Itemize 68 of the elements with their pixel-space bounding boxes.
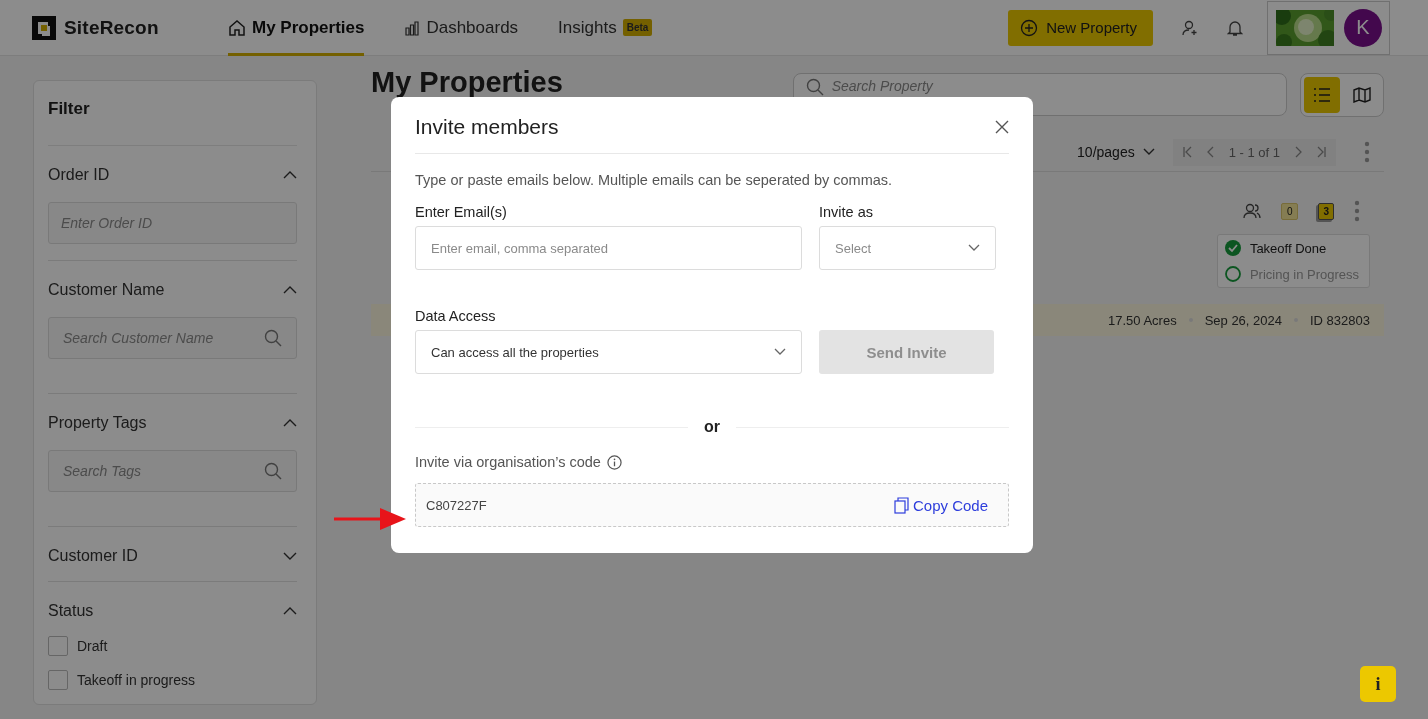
data-access-label: Data Access: [415, 308, 497, 324]
page-size-dropdown[interactable]: 10/pages: [1077, 144, 1155, 160]
search-field[interactable]: Search Tags: [48, 450, 297, 492]
checkbox-label: Draft: [77, 638, 108, 654]
user-avatar[interactable]: K: [1344, 8, 1382, 47]
profile-card[interactable]: K: [1267, 0, 1390, 55]
nav-tab[interactable]: Insights Beta: [558, 2, 653, 56]
chevron-up-icon[interactable]: [283, 419, 297, 427]
dialog-title: Invite members: [415, 115, 559, 139]
filter-section-title: Customer Name: [48, 281, 165, 299]
property-area: 17.50 Acres: [1108, 312, 1177, 328]
comment-count-badge[interactable]: 0: [1280, 202, 1299, 220]
or-divider-text: or: [704, 418, 720, 436]
filter-section-title: Property Tags: [48, 414, 147, 432]
data-access-dropdown[interactable]: Can access all the properties: [415, 330, 802, 374]
search-icon: [805, 78, 824, 96]
add-user-icon[interactable]: [1181, 18, 1199, 37]
filter-section-title: Order ID: [48, 166, 110, 184]
page-range: 1 - 1 of 1: [1228, 144, 1280, 160]
order-id-field[interactable]: Enter Order ID: [48, 202, 297, 244]
new-property-button[interactable]: New Property: [1008, 9, 1153, 46]
plus-circle-icon: [1020, 18, 1039, 37]
copy-icon: [893, 496, 910, 514]
organisation-code: C807227F: [426, 497, 487, 513]
close-icon[interactable]: [995, 120, 1009, 134]
pointer-arrow: [334, 506, 406, 532]
copy-code-link[interactable]: Copy Code: [893, 496, 988, 514]
help-button[interactable]: i: [1360, 666, 1396, 702]
chevron-down-icon: [968, 244, 980, 252]
chevron-up-icon[interactable]: [283, 607, 297, 615]
filter-section-title: Status: [48, 602, 94, 620]
checkbox[interactable]: [48, 636, 68, 656]
users-icon[interactable]: [1242, 203, 1261, 219]
search-icon: [264, 329, 282, 347]
list-icon: [1313, 88, 1331, 102]
home-icon: [228, 18, 246, 37]
beta-badge: Beta: [622, 19, 653, 36]
file-count-badge[interactable]: 3: [1318, 202, 1334, 220]
email-field[interactable]: Enter email, comma separated: [415, 226, 802, 270]
chevron-down-icon: [774, 348, 786, 356]
filter-section-title: Customer ID: [48, 547, 138, 565]
property-id: ID 832803: [1310, 312, 1370, 328]
page-title: My Properties: [371, 65, 564, 99]
role-dropdown[interactable]: Select: [819, 226, 996, 270]
checkbox-label: Takeoff in progress: [77, 672, 196, 688]
nav-tab[interactable]: My Properties: [228, 2, 365, 56]
logo-icon: [32, 15, 56, 40]
search-field[interactable]: Search Customer Name: [48, 317, 297, 359]
search-icon: [264, 462, 282, 480]
checkbox[interactable]: [48, 670, 68, 690]
bell-icon[interactable]: [1227, 18, 1243, 37]
chevron-down-icon: [1142, 148, 1155, 156]
map-icon: [1353, 87, 1371, 103]
filter-title: Filter: [48, 99, 297, 146]
invite-as-label: Invite as: [819, 204, 874, 220]
info-icon[interactable]: [606, 454, 622, 470]
property-date: Sep 26, 2024: [1204, 312, 1282, 328]
logo-text: SiteRecon: [64, 16, 159, 39]
nav-tab[interactable]: Dashboards: [404, 2, 519, 56]
chevron-down-icon[interactable]: [283, 552, 297, 560]
bar-chart-icon: [404, 19, 421, 36]
list-view-button[interactable]: [1304, 77, 1340, 113]
email-label: Enter Email(s): [415, 204, 508, 220]
status-step: Takeoff Done: [1249, 240, 1327, 256]
chevron-up-icon[interactable]: [283, 286, 297, 294]
dialog-instructions: Type or paste emails below. Multiple emails can be seperated by commas.: [415, 172, 894, 188]
chevron-up-icon[interactable]: [283, 171, 297, 179]
code-label: Invite via organisation’s code: [415, 454, 601, 470]
